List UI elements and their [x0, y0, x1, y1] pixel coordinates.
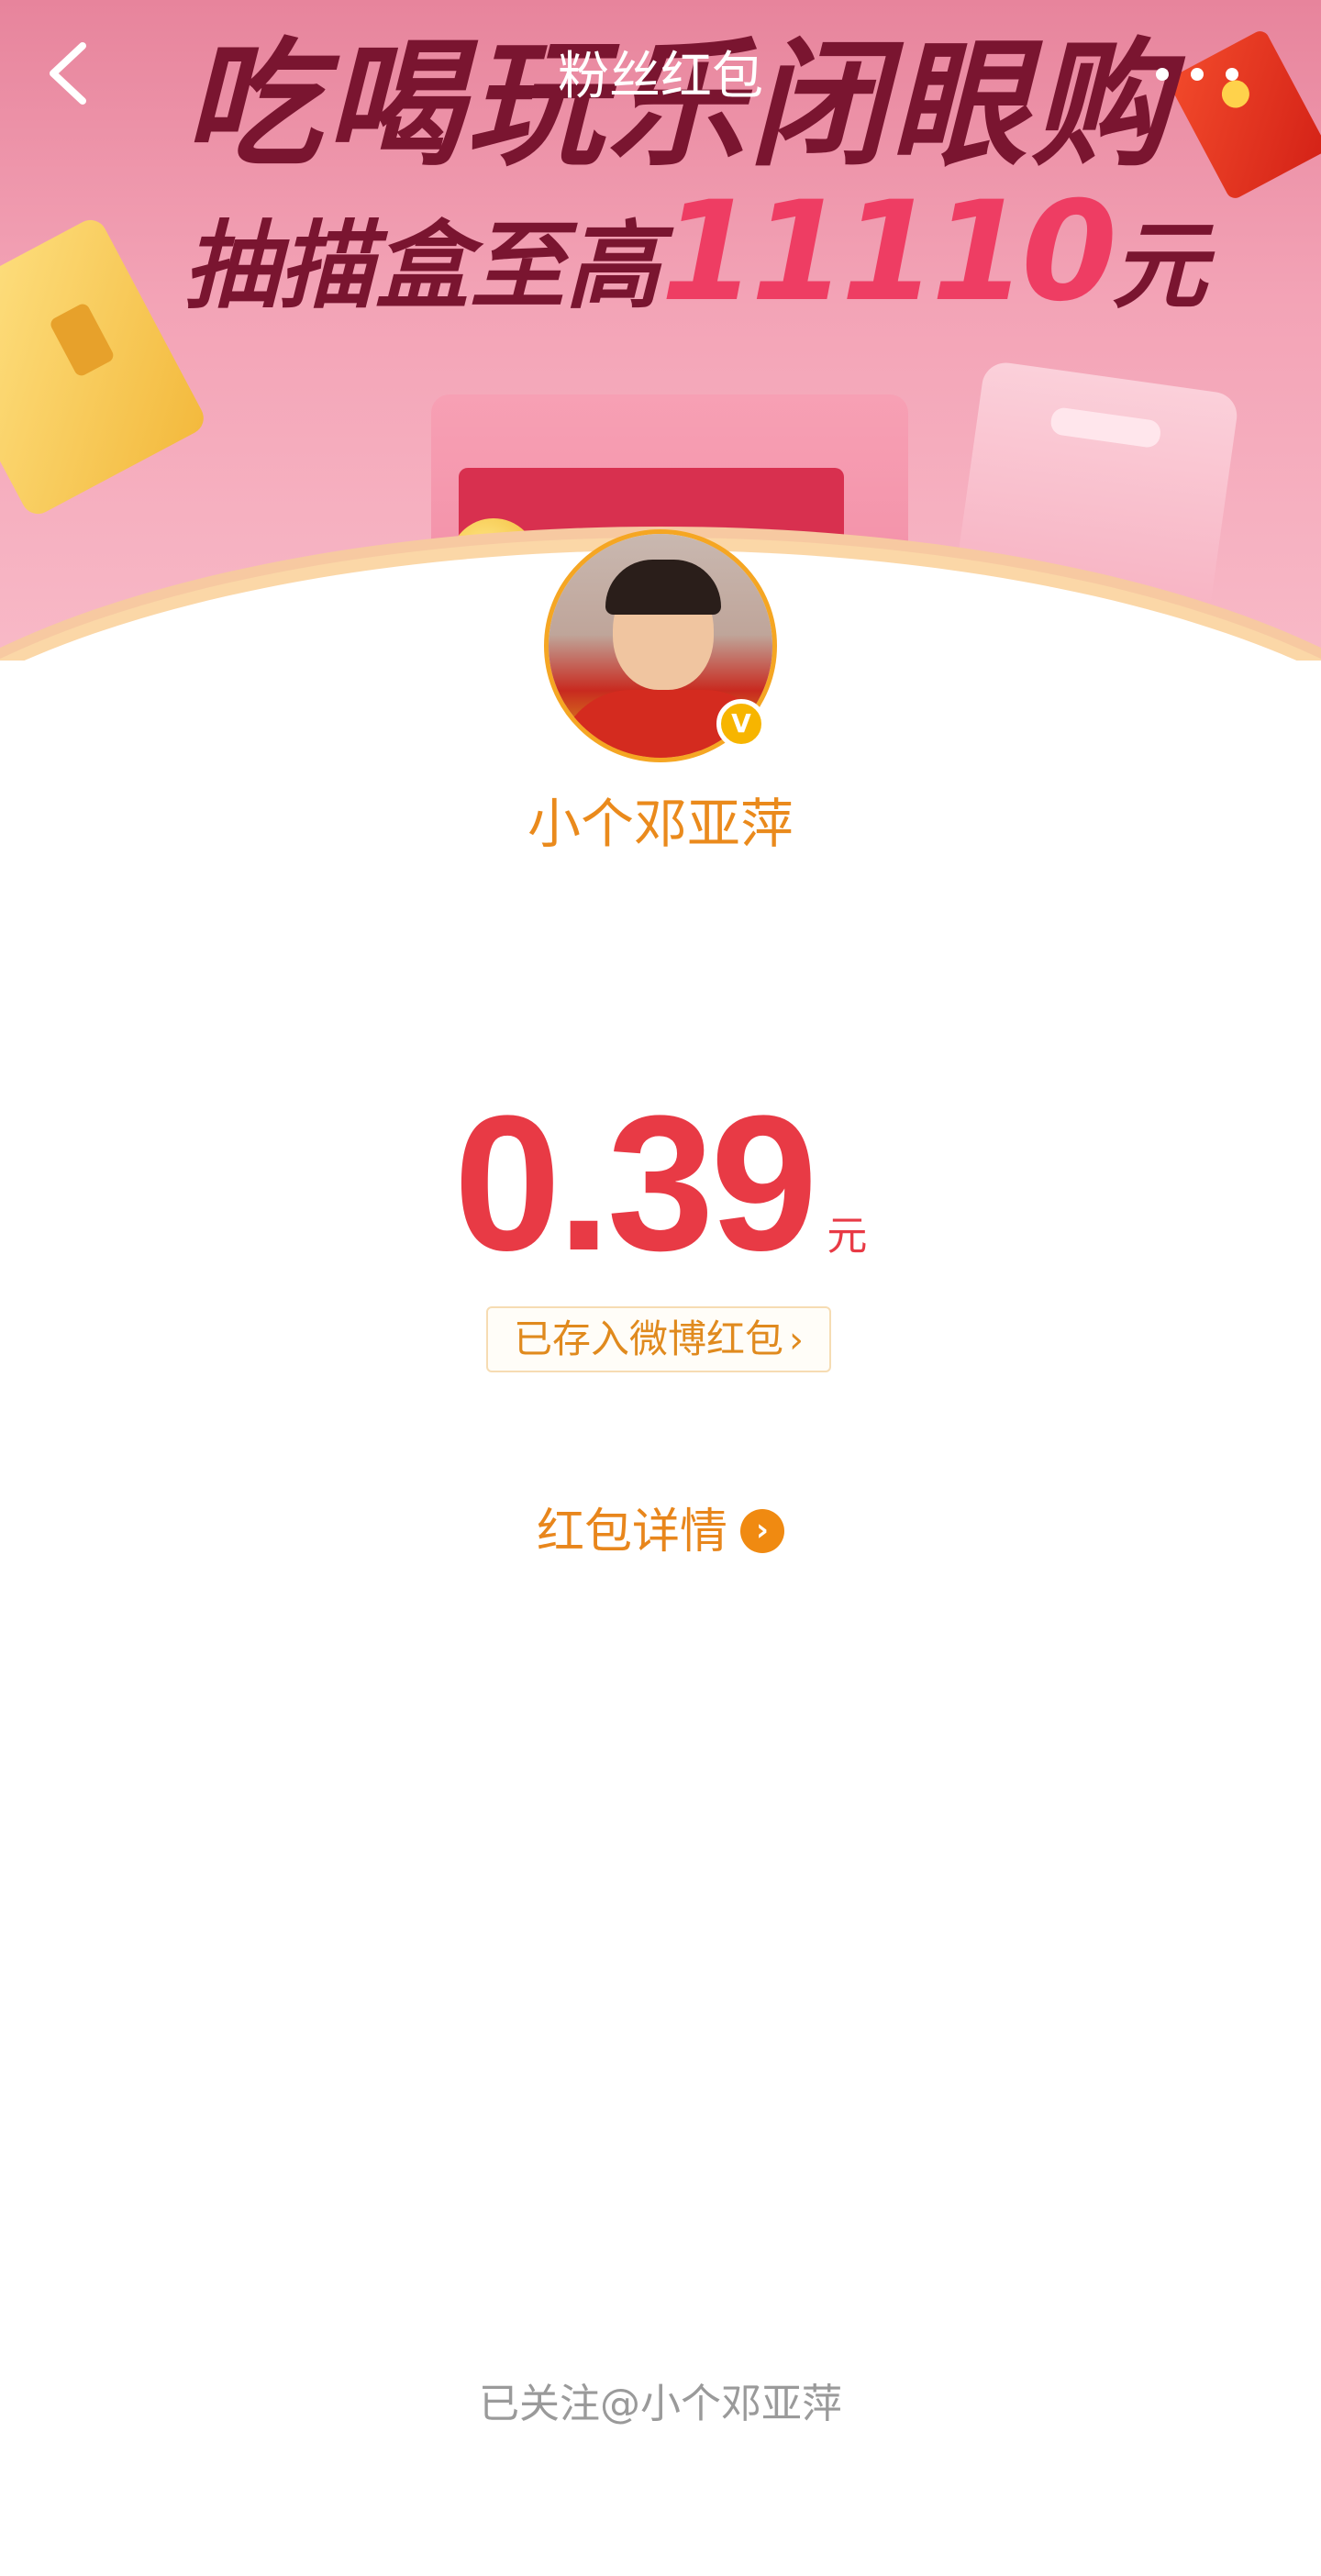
- back-button[interactable]: [37, 37, 101, 110]
- banner-amount-unit: 元: [1111, 210, 1207, 322]
- more-horizontal-icon: [1156, 68, 1169, 81]
- more-dot: [1191, 68, 1204, 81]
- deposit-status-link[interactable]: 已存入微博红包 ›: [486, 1306, 831, 1372]
- verified-badge-icon: V: [716, 699, 766, 749]
- banner-subheadline-prefix: 抽描盒至高: [183, 210, 661, 322]
- details-label: 红包详情: [536, 1505, 727, 1560]
- nav-bar: 粉丝红包: [0, 0, 1321, 156]
- amount-value: 0.39: [453, 1075, 818, 1291]
- red-packet-details-link[interactable]: 红包详情 ›: [514, 1495, 807, 1569]
- more-button[interactable]: [1147, 55, 1248, 92]
- follow-status: 已关注@小个邓亚萍: [479, 2381, 842, 2427]
- arrow-circle-right-icon: ›: [740, 1509, 784, 1553]
- username[interactable]: 小个邓亚萍: [294, 787, 1027, 861]
- banner-subheadline: 抽描盒至高11110元: [183, 183, 1207, 326]
- amount-unit: 元: [827, 1213, 868, 1260]
- more-dot: [1226, 68, 1238, 81]
- ticket-decoration: [0, 214, 210, 520]
- chevron-right-icon: ›: [789, 1319, 804, 1361]
- deposit-status-label: 已存入微博红包: [513, 1316, 783, 1361]
- page-title: 粉丝红包: [558, 47, 763, 106]
- banner-amount: 11110: [660, 172, 1117, 332]
- chevron-left-icon: [50, 42, 86, 105]
- red-packet-amount: 0.39 元: [0, 1083, 1321, 1284]
